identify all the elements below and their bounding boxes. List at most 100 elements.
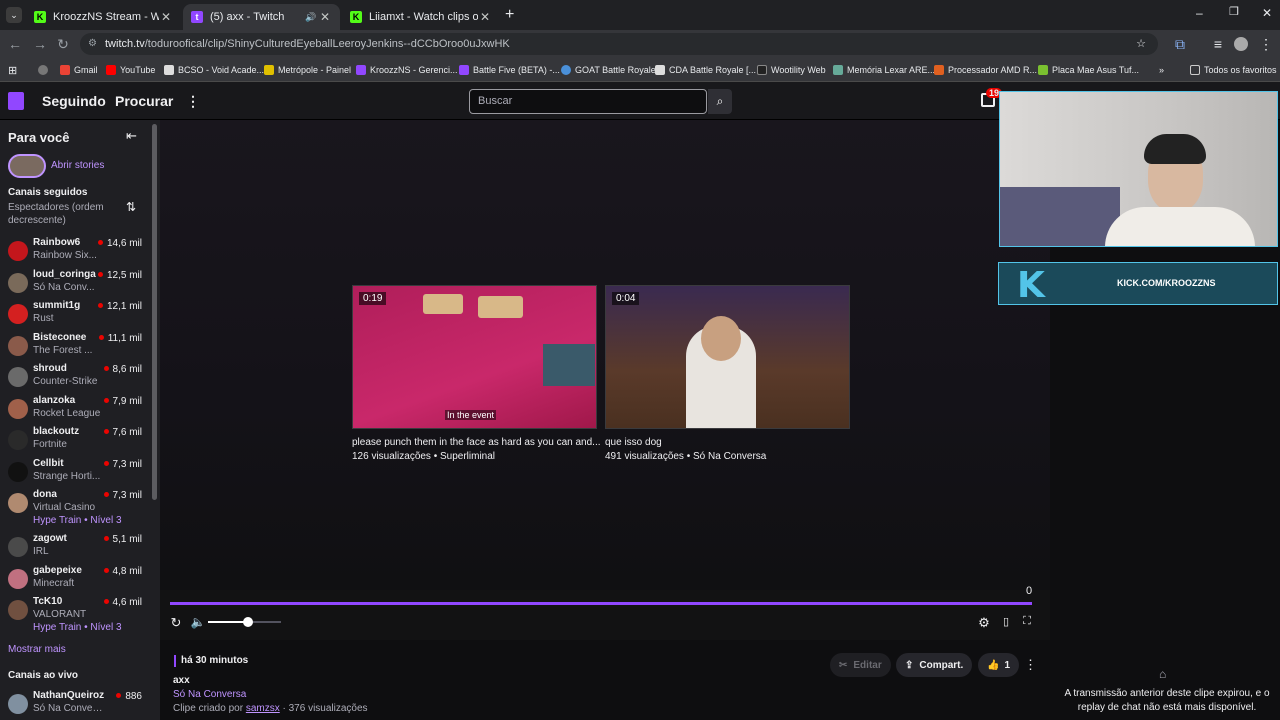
browser-tab[interactable]: K Liiamxt - Watch clips on Kick ✕ — [342, 4, 500, 30]
channel-name: alanzoka — [33, 394, 76, 406]
extension-icon[interactable]: ⧉ — [1172, 36, 1188, 52]
close-icon[interactable]: ✕ — [159, 10, 173, 24]
twitch-logo-icon[interactable] — [8, 92, 24, 110]
forward-arrow-icon[interactable]: → — [32, 36, 48, 52]
bookmark-metropole[interactable]: Metrópole - Painel — [264, 62, 351, 78]
viewer-count: 5,1 mil — [104, 534, 142, 545]
bookmark-bcso[interactable]: BCSO - Void Acade... — [164, 62, 264, 78]
nav-following[interactable]: Seguindo — [42, 93, 106, 109]
url-path: /toduroofical/clip/ShinyCulturedEyeballL… — [144, 38, 510, 50]
browser-tab-active[interactable]: t (5) axx - Twitch 🔊 ✕ — [183, 4, 340, 30]
sidebar-channel-item[interactable]: summit1g Rust 12,1 mil — [0, 300, 150, 330]
more-bookmarks-icon[interactable]: » — [1159, 62, 1164, 78]
settings-icon[interactable]: ⚙ — [976, 615, 992, 631]
profile-avatar[interactable] — [1234, 37, 1248, 51]
channel-name: zagowt — [33, 533, 67, 544]
progress-bar[interactable] — [170, 602, 1032, 605]
reload-icon[interactable]: ↻ — [55, 36, 71, 52]
sidebar-channel-item[interactable]: gabepeixe Minecraft 4,8 mil — [0, 565, 150, 595]
more-options-icon[interactable]: ⋮ — [1024, 657, 1037, 673]
sidebar-channel-item[interactable]: zagowt IRL 5,1 mil — [0, 533, 150, 563]
tab-search-icon[interactable]: ⌄ — [6, 7, 22, 23]
new-tab-button[interactable]: + — [505, 6, 514, 24]
chrome-icon[interactable] — [38, 62, 52, 78]
sidebar-channel-item[interactable]: alanzoka Rocket League 7,9 mil — [0, 395, 150, 425]
url-field[interactable]: ⚙ twitch.tv/toduroofical/clip/ShinyCultu… — [80, 33, 1158, 55]
nav-browse[interactable]: Procurar — [115, 93, 173, 109]
creator-link[interactable]: samzsx — [246, 703, 280, 714]
sidebar: Para você ⇤ Abrir stories Canais seguido… — [0, 120, 160, 720]
bookmark-battle-five[interactable]: Battle Five (BETA) -... — [459, 62, 560, 78]
sidebar-channel-item[interactable]: dona Virtual Casino 7,3 mil Hype Train • Ní… — [0, 489, 150, 526]
channel-name: summit1g — [33, 300, 81, 311]
tab-title: Liiamxt - Watch clips on Kick — [369, 11, 478, 23]
channel-game: Counter-Strike — [33, 376, 98, 387]
sidebar-scrollbar[interactable] — [152, 124, 157, 500]
window-close-button[interactable]: ✕ — [1262, 6, 1272, 20]
clip-category-link[interactable]: Só Na Conversa — [173, 689, 246, 700]
clip-title[interactable]: please punch them in the face as hard as… — [352, 437, 602, 448]
kick-icon: K — [350, 11, 362, 23]
open-stories-link[interactable]: Abrir stories — [51, 160, 104, 171]
minimize-button[interactable]: – — [1196, 6, 1203, 20]
sidebar-channel-item[interactable]: loud_coringa Só Na Conv... 12,5 mil — [0, 269, 150, 299]
more-icon[interactable]: ⋮ — [186, 93, 200, 110]
sidebar-channel-item[interactable]: shroud Counter-Strike 8,6 mil — [0, 363, 150, 393]
browser-tab[interactable]: K KroozzNS Stream - Watch Live ✕ — [26, 4, 181, 30]
bookmark-kroozzns[interactable]: KroozzNS - Gerenci... — [356, 62, 458, 78]
menu-icon[interactable]: ⋮ — [1258, 36, 1274, 52]
sidebar-channel-item[interactable]: Rainbow6 Rainbow Six... 14,6 mil — [0, 237, 150, 267]
for-you-heading: Para você — [8, 130, 70, 145]
stories-avatar[interactable] — [8, 154, 46, 178]
maximize-button[interactable]: ❐ — [1229, 5, 1239, 18]
live-channels-heading: Canais ao vivo — [8, 670, 79, 681]
search-input[interactable]: Buscar — [469, 89, 707, 114]
twitch-icon — [356, 65, 366, 75]
sidebar-channel-item[interactable]: TcK10 VALORANT 4,6 mil Hype Train • Nível 3 — [0, 596, 150, 633]
volume-fill — [208, 621, 249, 623]
edit-button[interactable]: ✂ Editar — [830, 653, 891, 677]
live-channel-item[interactable]: NathanQueiroz Só Na Conversa 886 — [0, 690, 150, 720]
back-arrow-icon[interactable]: ← — [7, 36, 23, 52]
sort-icon[interactable]: ⇅ — [126, 200, 136, 214]
close-icon[interactable]: ✕ — [478, 10, 492, 24]
sidebar-channel-item[interactable]: Bisteconee The Forest ... 11,1 mil — [0, 332, 150, 362]
volume-icon[interactable]: 🔈 — [190, 615, 206, 629]
bookmark-wootility[interactable]: Wootility Web — [757, 62, 826, 78]
share-icon: ⇪ — [905, 659, 914, 671]
clip-meta: 126 visualizações • Superliminal — [352, 451, 496, 462]
replay-icon[interactable]: ↻ — [168, 615, 184, 631]
all-bookmarks[interactable]: Todos os favoritos — [1190, 62, 1277, 78]
bookmark-amd[interactable]: Processador AMD R... — [934, 62, 1037, 78]
channel-name: Rainbow6 — [33, 237, 81, 248]
theatre-mode-icon[interactable]: ▯ — [998, 615, 1014, 628]
kick-banner: K KICK.COM/KROOZZNS — [998, 262, 1278, 306]
clip-creator-line: Clipe criado por samzsx · 376 visualizaç… — [173, 703, 368, 714]
bookmark-gmail[interactable]: Gmail — [60, 62, 98, 78]
show-more-link[interactable]: Mostrar mais — [8, 644, 66, 655]
speaker-icon[interactable]: 🔊 — [304, 12, 318, 23]
site-info-icon[interactable]: ⚙ — [88, 33, 97, 55]
clip-player[interactable]: In the event 0:19 please punch them in t… — [160, 120, 1050, 640]
collapse-sidebar-icon[interactable]: ⇤ — [126, 128, 137, 144]
search-icon[interactable]: ⌕ — [708, 89, 732, 114]
apps-icon[interactable]: ⊞ — [8, 62, 17, 78]
clip-title[interactable]: que isso dog — [605, 437, 855, 448]
fullscreen-icon[interactable]: ⛶ — [1019, 615, 1035, 628]
bed-graphic — [1000, 187, 1120, 246]
bookmark-asus[interactable]: Placa Mae Asus Tuf... — [1038, 62, 1139, 78]
bookmark-goat[interactable]: GOAT Battle Royale — [561, 62, 656, 78]
like-button[interactable]: 👍 1 — [978, 653, 1020, 677]
channel-game: VALORANT — [33, 609, 87, 620]
sidebar-channel-item[interactable]: Cellbit Strange Horti... 7,3 mil — [0, 458, 150, 488]
bookmark-cda[interactable]: CDA Battle Royale [... — [655, 62, 756, 78]
media-controls-icon[interactable]: ≡ — [1210, 36, 1226, 52]
bookmark-youtube[interactable]: YouTube — [106, 62, 155, 78]
share-button[interactable]: ⇪ Compart. — [896, 653, 973, 677]
star-icon[interactable]: ☆ — [1136, 33, 1146, 55]
bookmark-lexar[interactable]: Memória Lexar ARE... — [833, 62, 935, 78]
gmail-icon — [60, 65, 70, 75]
close-icon[interactable]: ✕ — [318, 10, 332, 24]
sidebar-channel-item[interactable]: blackoutz Fortnite 7,6 mil — [0, 426, 150, 456]
viewer-count: 7,6 mil — [104, 427, 142, 438]
